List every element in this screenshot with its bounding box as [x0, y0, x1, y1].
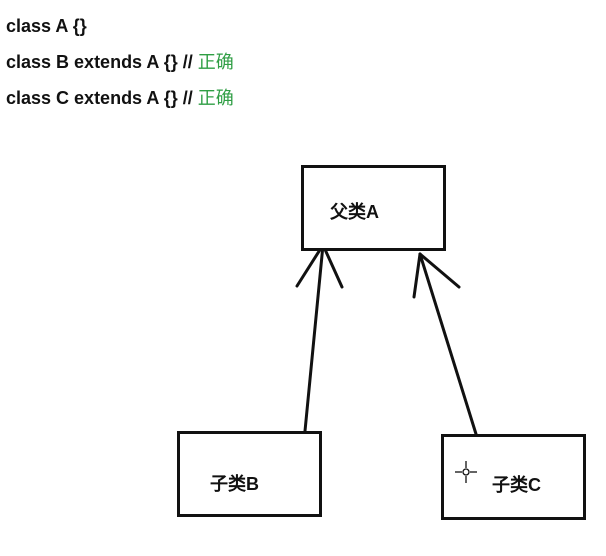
arrow-head-b-right [321, 243, 344, 289]
parent-class-box: 父类A [301, 165, 446, 251]
child-class-c-label: 子类C [492, 475, 541, 495]
arrow-shaft-b [303, 243, 325, 433]
parent-class-label: 父类A [330, 202, 379, 222]
crosshair-cursor-icon [455, 461, 477, 483]
arrow-head-c-left [412, 252, 422, 299]
arrow-shaft-c [418, 252, 478, 436]
child-class-b-box: 子类B [177, 431, 322, 517]
child-class-b-label: 子类B [210, 474, 259, 494]
child-class-c-box: 子类C [441, 434, 586, 520]
